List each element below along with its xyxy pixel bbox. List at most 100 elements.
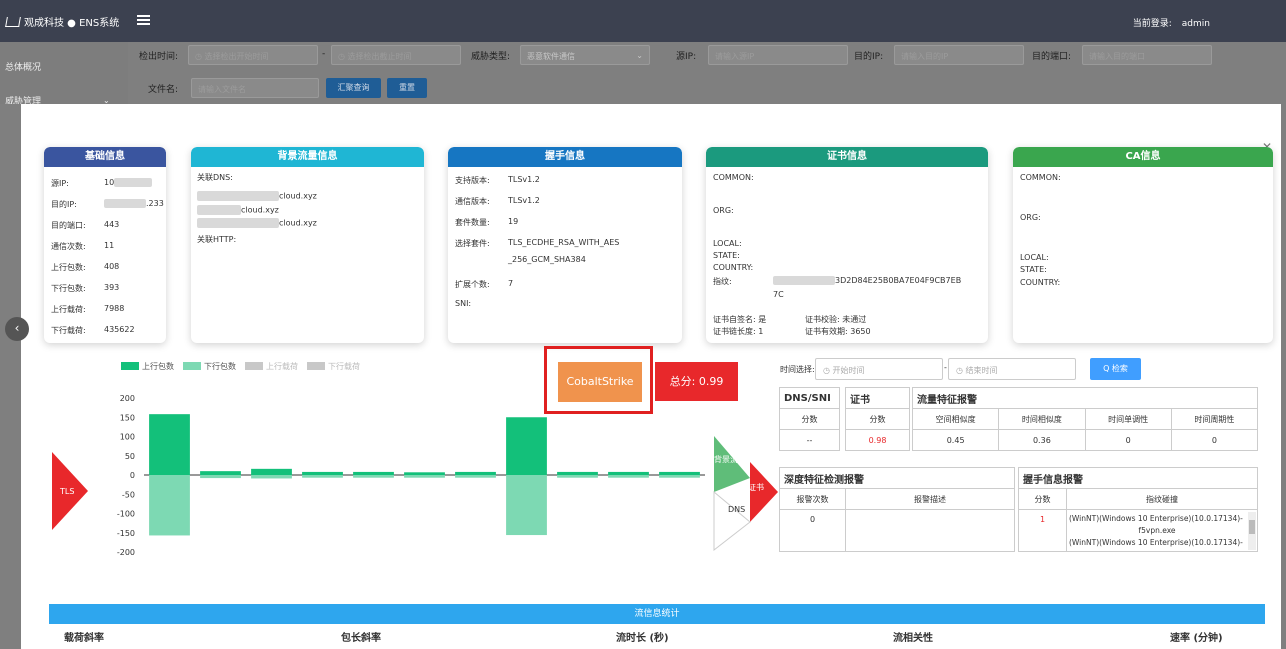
flow-alert-title: 流量特征报警 [912, 387, 1258, 409]
ca-common: COMMON: [1020, 173, 1061, 182]
select-chevron-icon: ⌄ [636, 51, 643, 60]
info-value: 7988 [104, 304, 125, 313]
tls-label: TLS [59, 487, 74, 496]
hs-label: 选择套件: [455, 239, 490, 248]
stats-col-rate: 速率 (分钟) [1170, 633, 1223, 644]
info-label: 上行载荷: [51, 305, 86, 314]
query-button[interactable]: 汇聚查询 [326, 78, 381, 98]
up-packets-bar [200, 471, 241, 475]
time-end-input[interactable]: ◷ 结束时间 [948, 358, 1076, 380]
up-packets-bar [506, 417, 547, 475]
hs-label: SNI: [455, 299, 472, 308]
dst-port-input[interactable]: 请输入目的端口 [1082, 45, 1212, 65]
y-tick-label: 50 [125, 452, 135, 461]
cert-self-signed: 证书自签名: 是 [713, 315, 767, 324]
flow-diagram: 背景流 证书 DNS [713, 436, 778, 552]
scrollbar-thumb[interactable] [1249, 520, 1255, 534]
info-label: 目的端口: [51, 221, 86, 230]
menu-toggle-icon[interactable] [137, 15, 150, 25]
src-ip-input[interactable]: 请输入源IP [708, 45, 848, 65]
legend-up-payload[interactable]: 上行载荷 [245, 361, 298, 372]
down-packets-bar [608, 475, 649, 478]
y-tick-label: 0 [130, 471, 135, 480]
hs-value: 19 [508, 217, 519, 226]
hs-label: 通信版本: [455, 197, 490, 206]
cert-fingerprint-2: 7C [773, 290, 784, 299]
cert-title: 证书 [845, 387, 910, 409]
malware-family-badge: CobaltStrike [558, 362, 642, 402]
dns-entry: cloud.xyz [197, 191, 317, 201]
legend-down-packets[interactable]: 下行包数 [183, 361, 236, 372]
dns-text: cloud.xyz [279, 218, 317, 228]
down-packets-bar [302, 475, 343, 478]
stats-col-duration: 流时长 (秒) [616, 633, 669, 644]
legend-down-payload[interactable]: 下行载荷 [307, 361, 360, 372]
reset-button[interactable]: 重置 [387, 78, 427, 98]
dns-score-table: DNS/SNI 分数 -- [779, 387, 840, 451]
basic-info-card: 基础信息 源IP: 10 目的IP: .233 目的端口: 443 通信次数: … [44, 147, 166, 343]
redacted-block [773, 276, 835, 285]
info-value: 11 [104, 241, 115, 250]
down-packets-bar [659, 475, 700, 478]
dst-ip-input[interactable]: 请输入目的IP [894, 45, 1024, 65]
deep-col-header: 报警描述 [845, 488, 1015, 510]
detect-start-input[interactable]: ◷ 选择检出开始时间 [188, 45, 318, 65]
cert-fingerprint-label: 指纹: [713, 277, 732, 286]
dns-score-header: 分数 [779, 408, 840, 430]
dst-ip-text: .233 [146, 199, 164, 208]
filename-input[interactable]: 请输入文件名 [191, 78, 319, 98]
flow-value: 0 [1084, 429, 1172, 451]
stats-col-payload-slope: 载荷斜率 [64, 633, 104, 644]
dst-ip-label: 目的IP: [854, 52, 884, 62]
cert-fingerprint: 3D2D84E25B0BA7E04F9CB7EB [773, 276, 961, 285]
hs-fingerprint-list[interactable]: (WinNT)(Windows 10 Enterprise)(10.0.1713… [1066, 509, 1258, 552]
info-label: 下行载荷: [51, 326, 86, 335]
info-value: 435622 [104, 325, 135, 334]
cert-common: COMMON: [713, 173, 754, 182]
y-tick-label: 200 [120, 394, 135, 403]
up-packets-bar [659, 471, 700, 475]
cert-org: ORG: [713, 206, 734, 215]
username[interactable]: admin [1182, 19, 1210, 29]
cert-card: 证书信息 COMMON: ORG: LOCAL: STATE: COUNTRY:… [706, 147, 988, 343]
info-label: 目的IP: [51, 200, 77, 209]
dns-label: 关联DNS: [197, 173, 233, 182]
info-label: 源IP: [51, 179, 69, 188]
sidebar-item-overview[interactable]: 总体概况 [5, 60, 41, 73]
threat-type-select[interactable]: 恶意软件通信 ⌄ [520, 45, 650, 65]
down-packets-bar [251, 475, 292, 479]
cert-score-value: 0.98 [845, 429, 910, 451]
fingerprint-line: (WinNT)(Windows 10 Enterprise)(10.0.1713… [1069, 537, 1243, 547]
up-packets-bar [302, 471, 343, 475]
cert-state: STATE: [713, 251, 740, 260]
src-ip-value: 10 [104, 178, 153, 187]
flow-col-header: 空间相似度 [911, 408, 1000, 430]
handshake-card: 握手信息 支持版本: TLSv1.2 通信版本: TLSv1.2 套件数量: 1… [448, 147, 682, 343]
filter-bar: 检出时间: ◷ 选择检出开始时间 - ◷ 选择检出截止时间 威胁类型: 恶意软件… [128, 42, 1286, 104]
legend-swatch [121, 362, 139, 370]
stats-header: 流信息统计 [49, 604, 1265, 624]
flow-value: 0.45 [911, 429, 1000, 451]
redacted-block [197, 205, 241, 215]
legend-up-packets[interactable]: 上行包数 [121, 361, 174, 372]
logo-icon [5, 17, 21, 27]
info-value: 408 [104, 262, 120, 271]
hs-value: TLSv1.2 [508, 196, 540, 205]
prev-arrow-icon[interactable]: ‹ [5, 317, 29, 341]
time-start-input[interactable]: ◷ 开始时间 [815, 358, 943, 380]
up-packets-bar [608, 471, 649, 475]
date-dash: - [322, 49, 326, 59]
down-packets-bar [200, 475, 241, 479]
dns-title: DNS/SNI [779, 387, 840, 409]
search-button[interactable]: Q 检索 [1090, 358, 1141, 380]
y-tick-label: -200 [117, 548, 135, 557]
filename-label: 文件名: [148, 85, 179, 95]
detect-end-input[interactable]: ◷ 选择检出截止时间 [331, 45, 461, 65]
flow-col-header: 时间周期性 [1170, 408, 1259, 430]
threat-type-label: 威胁类型: [471, 52, 511, 62]
dns-entry: cloud.xyz [197, 205, 279, 215]
card-title: CA信息 [1013, 147, 1273, 167]
down-packets-bar [353, 475, 394, 478]
info-value: 393 [104, 283, 120, 292]
scrollbar[interactable] [1248, 512, 1256, 550]
